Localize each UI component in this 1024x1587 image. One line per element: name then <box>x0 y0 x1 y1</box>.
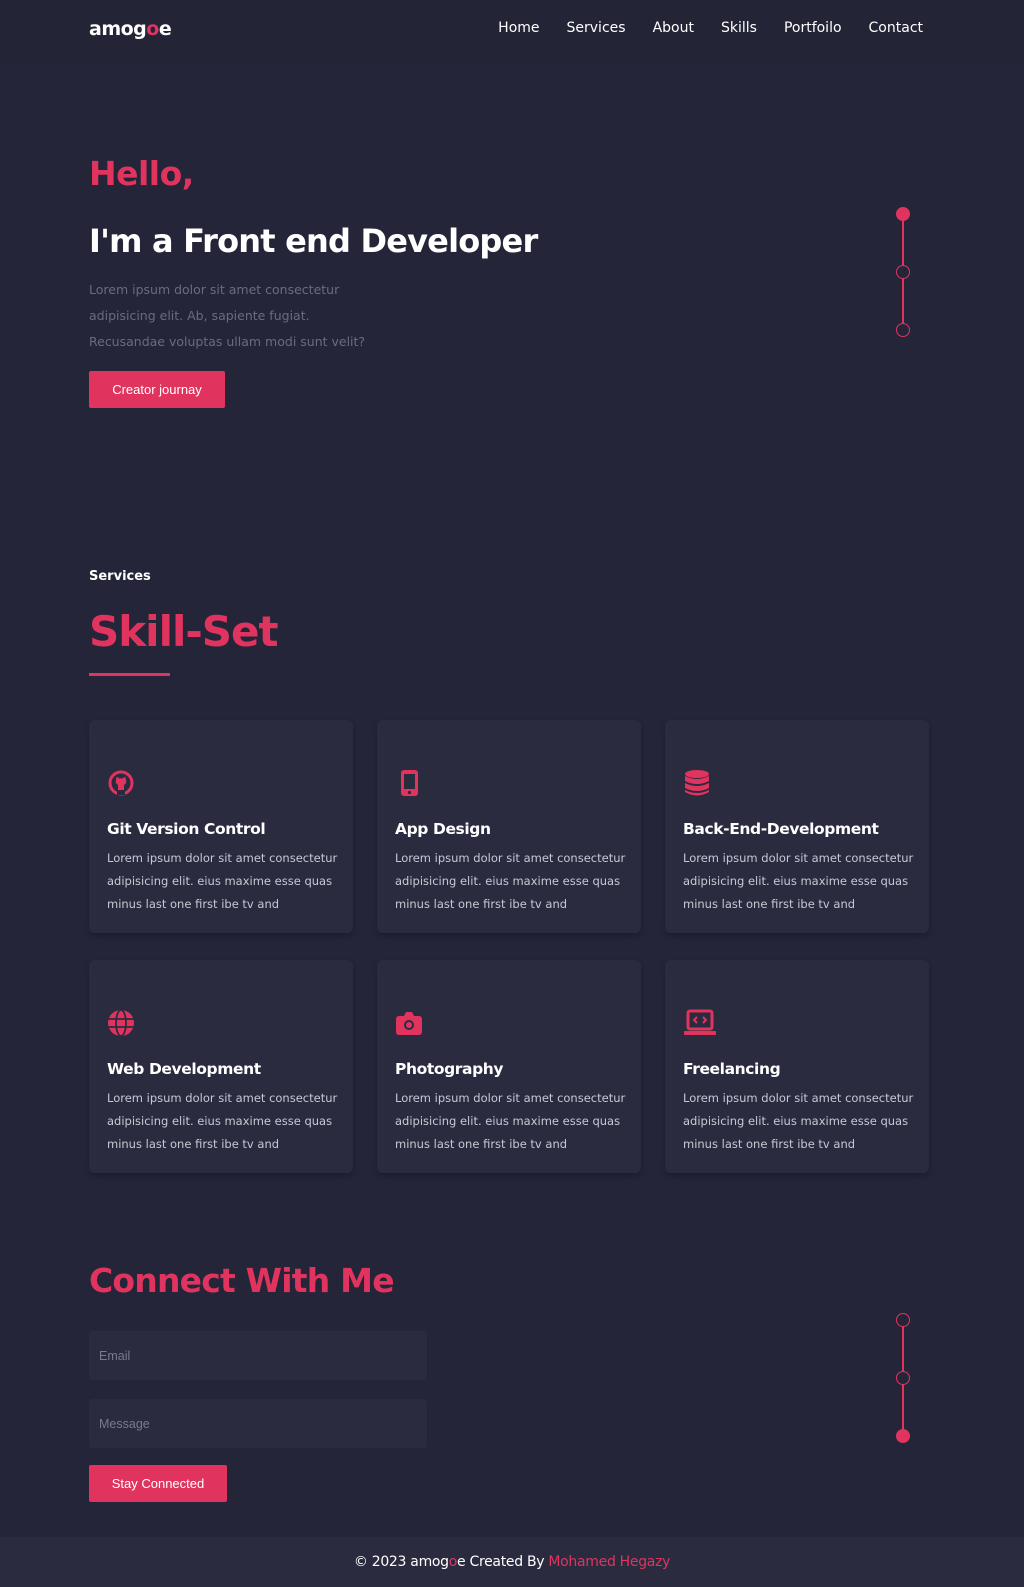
globe-icon <box>107 1009 135 1037</box>
indicator-dot[interactable] <box>896 1371 910 1385</box>
card-title: App Design <box>395 820 491 838</box>
nav-link-portfolio[interactable]: Portfoilo <box>784 20 842 36</box>
logo[interactable]: amogoe <box>89 18 172 40</box>
footer-copyright: © 2023 amog <box>353 1554 449 1570</box>
card-text: Lorem ipsum dolor sit amet consectetur a… <box>395 1091 626 1151</box>
card-text: Lorem ipsum dolor sit amet consectetur a… <box>683 851 914 911</box>
card-title: Photography <box>395 1060 504 1078</box>
service-card-app-design: App Design Lorem ipsum dolor sit amet co… <box>377 720 641 933</box>
footer-author-link[interactable]: Mohamed Hegazy <box>548 1554 670 1570</box>
navbar: amogoe Home Services About Skills Portfo… <box>0 0 1024 62</box>
nav-link-about[interactable]: About <box>653 20 694 36</box>
mobile-icon <box>395 769 423 797</box>
database-icon <box>683 769 711 797</box>
hero-title: I'm a Front end Developer <box>89 222 538 260</box>
title-underline <box>89 673 170 676</box>
nav-links: Home Services About Skills Portfoilo Con… <box>498 20 923 36</box>
indicator-dot-active[interactable] <box>896 1429 910 1443</box>
indicator-dot[interactable] <box>896 265 910 279</box>
indicator-dot[interactable] <box>896 323 910 337</box>
service-card-freelancing: Freelancing Lorem ipsum dolor sit amet c… <box>665 960 929 1173</box>
camera-icon <box>395 1009 423 1037</box>
nav-link-services[interactable]: Services <box>567 20 626 36</box>
message-field[interactable] <box>89 1399 427 1448</box>
github-icon <box>107 769 135 797</box>
hero-description: Lorem ipsum dolor sit amet consectetur a… <box>89 282 366 349</box>
card-title: Git Version Control <box>107 820 266 838</box>
service-card-backend: Back-End-Development Lorem ipsum dolor s… <box>665 720 929 933</box>
stay-connected-button[interactable]: Stay Connected <box>89 1465 227 1502</box>
indicator-dot-active[interactable] <box>896 207 910 221</box>
contact-slide-indicator <box>896 1313 910 1445</box>
hero-slide-indicator <box>896 207 910 339</box>
laptop-code-icon <box>683 1009 717 1037</box>
footer: © 2023 amog o e Created By Mohamed Hegazy <box>0 1537 1024 1587</box>
creator-journey-button[interactable]: Creator journay <box>89 371 225 408</box>
card-text: Lorem ipsum dolor sit amet consectetur a… <box>395 851 626 911</box>
nav-link-contact[interactable]: Contact <box>869 20 923 36</box>
card-text: Lorem ipsum dolor sit amet consectetur a… <box>107 851 338 911</box>
service-card-git: Git Version Control Lorem ipsum dolor si… <box>89 720 353 933</box>
service-card-photography: Photography Lorem ipsum dolor sit amet c… <box>377 960 641 1173</box>
nav-link-home[interactable]: Home <box>498 20 539 36</box>
email-field[interactable] <box>89 1331 427 1380</box>
nav-link-skills[interactable]: Skills <box>721 20 757 36</box>
card-title: Back-End-Development <box>683 820 879 838</box>
footer-created-by: e Created By <box>457 1554 549 1570</box>
card-title: Freelancing <box>683 1060 781 1078</box>
card-text: Lorem ipsum dolor sit amet consectetur a… <box>107 1091 338 1151</box>
service-card-web-development: Web Development Lorem ipsum dolor sit am… <box>89 960 353 1173</box>
card-text: Lorem ipsum dolor sit amet consectetur a… <box>683 1091 914 1151</box>
contact-title: Connect With Me <box>89 1261 395 1300</box>
services-label: Services <box>89 569 151 584</box>
indicator-dot[interactable] <box>896 1313 910 1327</box>
card-title: Web Development <box>107 1060 261 1078</box>
footer-logo-accent: o <box>448 1554 458 1570</box>
services-title: Skill-Set <box>89 607 279 656</box>
hero-greeting: Hello, <box>89 154 194 193</box>
